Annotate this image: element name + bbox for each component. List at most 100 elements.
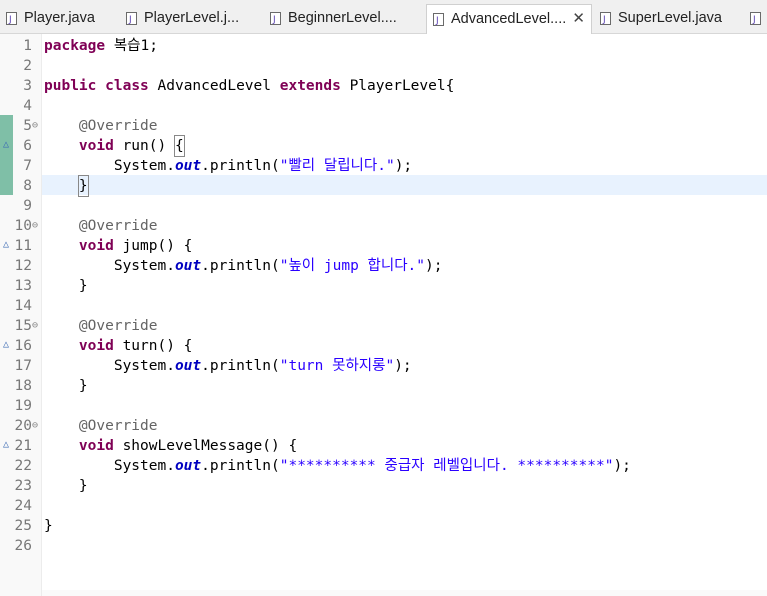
java-file-icon: J bbox=[6, 12, 17, 25]
editor-tab-bar: J Player.java J PlayerLevel.j... J Begin… bbox=[0, 0, 767, 35]
code-line[interactable]: 7 System.out.println("빨리 달립니다."); bbox=[0, 156, 767, 176]
line-number: 23 bbox=[14, 478, 32, 494]
code-line[interactable]: 8 } bbox=[0, 175, 767, 197]
code-line[interactable]: 18 } bbox=[0, 376, 767, 396]
line-number: 26 bbox=[14, 538, 32, 554]
code-line[interactable]: 1 package 복습1; bbox=[0, 36, 767, 56]
code-line[interactable]: 21 △ void showLevelMessage() { bbox=[0, 436, 767, 456]
field-token: out bbox=[174, 258, 202, 274]
code-line[interactable]: 16 △ void turn() { bbox=[0, 336, 767, 356]
override-marker-icon[interactable]: △ bbox=[3, 438, 9, 452]
matching-bracket: { bbox=[173, 135, 185, 157]
tab-superlevel[interactable]: J SuperLevel.java bbox=[594, 4, 739, 34]
line-number: 2 bbox=[23, 58, 32, 74]
annotation-token: @Override bbox=[78, 418, 158, 434]
horizontal-scrollbar[interactable] bbox=[42, 590, 767, 596]
code-line[interactable]: 20 ⊖ @Override bbox=[0, 416, 767, 436]
tab-overflow[interactable]: J bbox=[744, 4, 767, 34]
code-line[interactable]: 25} bbox=[0, 516, 767, 536]
matching-bracket: } bbox=[77, 175, 89, 197]
line-number: 11 bbox=[14, 238, 32, 254]
code-line[interactable]: 26 bbox=[0, 536, 767, 556]
svg-text:J: J bbox=[602, 15, 606, 25]
code-line[interactable]: 6 △ void run() { bbox=[0, 135, 767, 157]
code-text: System.out.println("turn 못하지롱"); bbox=[44, 356, 412, 376]
code-line[interactable]: 17 System.out.println("turn 못하지롱"); bbox=[0, 356, 767, 376]
code-line[interactable]: 19 bbox=[0, 396, 767, 416]
fold-collapse-icon[interactable]: ⊖ bbox=[32, 119, 38, 133]
code-line[interactable]: 22 System.out.println("********** 중급자 레벨… bbox=[0, 456, 767, 476]
code-text: void turn() { bbox=[44, 336, 193, 356]
string-token: "빨리 달립니다." bbox=[279, 158, 395, 174]
code-text: } bbox=[44, 476, 88, 496]
code-line[interactable]: 11 △ void jump() { bbox=[0, 236, 767, 256]
code-token: ); bbox=[394, 358, 412, 374]
override-marker-icon[interactable]: △ bbox=[3, 138, 9, 152]
code-token: 복습1; bbox=[105, 38, 158, 54]
tab-label: BeginnerLevel.... bbox=[288, 10, 397, 26]
tab-playerlevel[interactable]: J PlayerLevel.j... bbox=[120, 4, 260, 34]
code-line[interactable]: 12 System.out.println("높이 jump 합니다."); bbox=[0, 256, 767, 276]
fold-collapse-icon[interactable]: ⊖ bbox=[32, 219, 38, 233]
code-line[interactable]: 10 ⊖ @Override bbox=[0, 216, 767, 236]
fold-collapse-icon[interactable]: ⊖ bbox=[32, 319, 38, 333]
java-file-icon: J bbox=[750, 12, 761, 25]
line-number: 24 bbox=[14, 498, 32, 514]
tab-player[interactable]: J Player.java bbox=[0, 4, 118, 34]
line-number: 22 bbox=[14, 458, 32, 474]
code-token: System. bbox=[44, 458, 175, 474]
line-number: 25 bbox=[14, 518, 32, 534]
line-number: 16 bbox=[14, 338, 32, 354]
java-file-icon: J bbox=[600, 12, 611, 25]
code-text: } bbox=[44, 376, 88, 396]
fold-collapse-icon[interactable]: ⊖ bbox=[32, 419, 38, 433]
code-token: System. bbox=[44, 158, 175, 174]
code-text: @Override bbox=[44, 216, 158, 236]
code-text: System.out.println("********** 중급자 레벨입니다… bbox=[44, 456, 631, 476]
code-line[interactable]: 23 } bbox=[0, 476, 767, 496]
code-token: ); bbox=[394, 158, 413, 174]
tab-label: SuperLevel.java bbox=[618, 10, 722, 26]
code-text: System.out.println("높이 jump 합니다."); bbox=[44, 256, 443, 276]
close-icon[interactable]: ✕ bbox=[572, 5, 585, 33]
code-text: package 복습1; bbox=[44, 36, 158, 56]
code-text: void jump() { bbox=[44, 236, 193, 256]
keyword-token: class bbox=[105, 78, 149, 94]
code-token: } bbox=[44, 518, 53, 534]
keyword-token: void bbox=[78, 138, 114, 154]
code-text: @Override bbox=[44, 116, 158, 136]
code-text: public class AdvancedLevel extends Playe… bbox=[44, 76, 454, 96]
line-number: 14 bbox=[14, 298, 32, 314]
tab-beginnerlevel[interactable]: J BeginnerLevel.... bbox=[264, 4, 422, 34]
code-token: .println( bbox=[201, 458, 280, 474]
code-line[interactable]: 15 ⊖ @Override bbox=[0, 316, 767, 336]
java-file-icon: J bbox=[126, 12, 137, 25]
field-token: out bbox=[174, 158, 202, 174]
code-line[interactable]: 13 } bbox=[0, 276, 767, 296]
line-number: 21 bbox=[14, 438, 32, 454]
code-line[interactable]: 4 bbox=[0, 96, 767, 116]
code-line[interactable]: 14 bbox=[0, 296, 767, 316]
java-file-icon: J bbox=[433, 13, 444, 26]
java-file-icon: J bbox=[270, 12, 281, 25]
code-text: void showLevelMessage() { bbox=[44, 436, 297, 456]
code-line[interactable]: 3 public class AdvancedLevel extends Play… bbox=[0, 76, 767, 96]
code-text: @Override bbox=[44, 316, 158, 336]
code-editor[interactable]: 1 package 복습1; 2 3 public class AdvancedLeve… bbox=[0, 34, 767, 596]
string-token: "높이 jump 합니다." bbox=[279, 258, 426, 274]
tab-advancedlevel[interactable]: J AdvancedLevel.... ✕ bbox=[426, 4, 592, 35]
code-line[interactable]: 2 bbox=[0, 56, 767, 76]
override-marker-icon[interactable]: △ bbox=[3, 238, 9, 252]
line-number: 20 bbox=[14, 418, 32, 434]
code-line[interactable]: 24 bbox=[0, 496, 767, 516]
keyword-token: void bbox=[78, 438, 114, 454]
code-line[interactable]: 5 ⊖ @Override bbox=[0, 116, 767, 136]
code-line[interactable]: 9 bbox=[0, 196, 767, 216]
override-marker-icon[interactable]: △ bbox=[3, 338, 9, 352]
line-number: 7 bbox=[23, 158, 32, 174]
